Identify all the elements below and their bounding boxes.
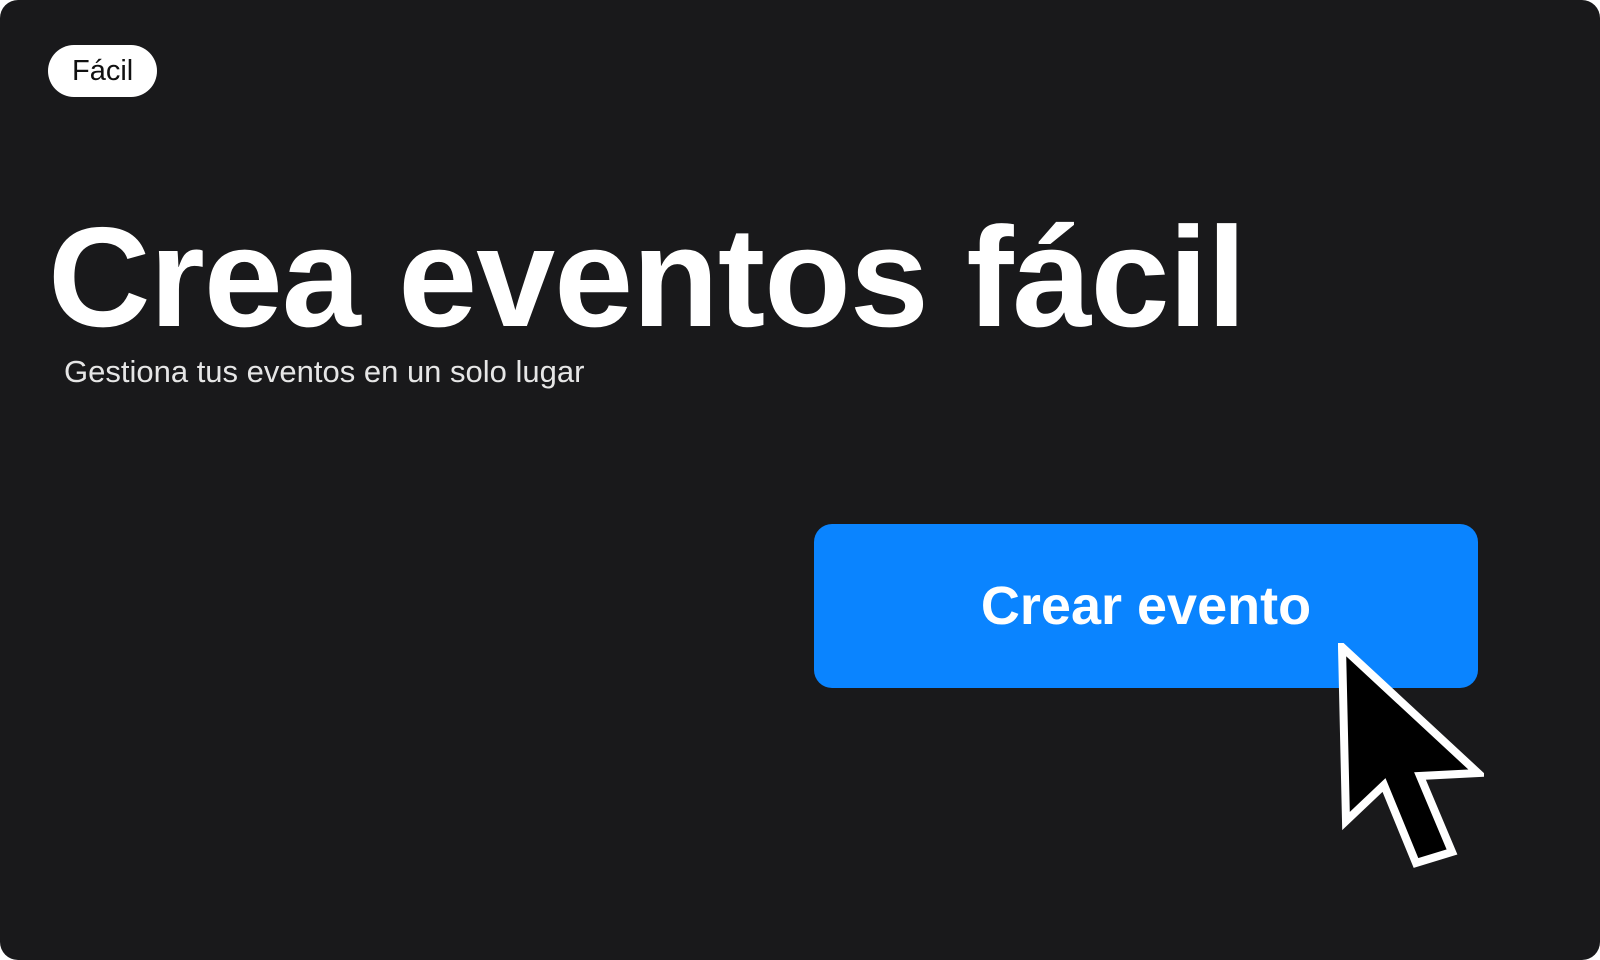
page-title: Crea eventos fácil — [48, 198, 1246, 357]
create-event-button[interactable]: Crear evento — [814, 524, 1478, 688]
difficulty-badge: Fácil — [48, 45, 158, 97]
hero-card: Fácil Crea eventos fácil Gestiona tus ev… — [0, 0, 1600, 960]
page-subtitle: Gestiona tus eventos en un solo lugar — [64, 354, 585, 389]
